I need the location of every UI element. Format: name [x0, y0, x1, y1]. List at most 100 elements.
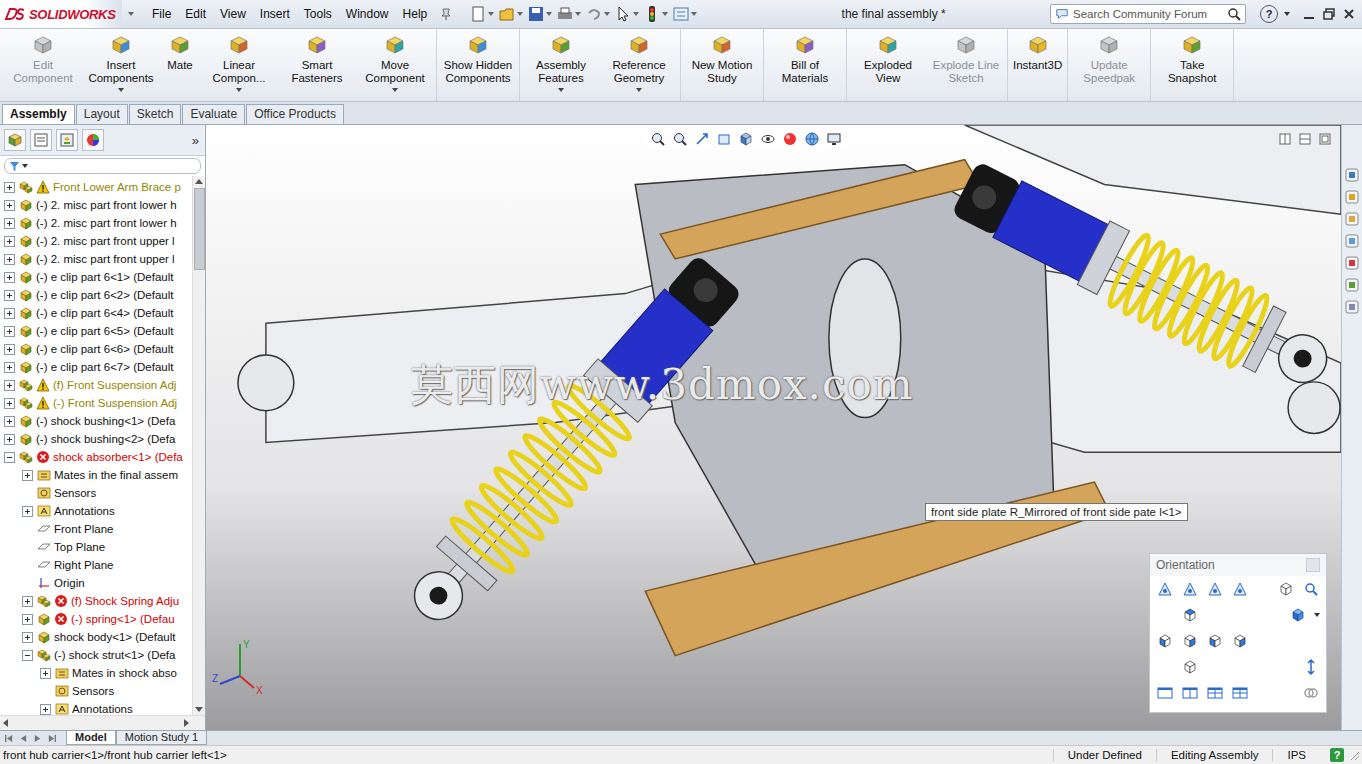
dropdown-caret-icon[interactable] — [118, 88, 124, 92]
rebuild-icon[interactable] — [643, 5, 668, 23]
tree-item[interactable]: Mates in the final assem — [0, 466, 192, 484]
split-view-icon[interactable] — [1279, 133, 1291, 145]
resize-grip-icon[interactable] — [1348, 749, 1360, 761]
expander-icon[interactable] — [4, 434, 15, 445]
tree-item[interactable]: (-) 2. misc part front upper l — [0, 250, 192, 268]
command-button[interactable]: Bill of Materials — [766, 29, 844, 87]
dropdown-caret-icon[interactable] — [236, 88, 242, 92]
tree-item[interactable]: (f) Front Suspension Adj — [0, 376, 192, 394]
eye-icon[interactable] — [760, 131, 776, 147]
globe-icon[interactable] — [804, 131, 820, 147]
menu-item[interactable]: Edit — [179, 5, 212, 23]
command-button[interactable]: Move Component — [356, 29, 434, 94]
new-view-icon[interactable] — [1277, 580, 1295, 598]
tree-item[interactable]: (-) e clip part 6<5> (Default — [0, 322, 192, 340]
bottom-tab[interactable]: Model — [66, 731, 116, 745]
select-icon[interactable] — [614, 5, 639, 23]
expander-icon[interactable] — [40, 704, 51, 715]
task-pane-tab-icon[interactable] — [1344, 211, 1360, 227]
viewport-layout-icon[interactable] — [1181, 684, 1199, 702]
command-tab[interactable]: Office Products — [246, 104, 344, 124]
minimize-icon[interactable] — [1302, 7, 1316, 21]
command-button[interactable]: Reference Geometry — [600, 29, 678, 94]
tree-item[interactable]: (-) e clip part 6<1> (Default — [0, 268, 192, 286]
tree-item[interactable]: (-) shock bushing<1> (Defa — [0, 412, 192, 430]
task-pane-tab-icon[interactable] — [1344, 233, 1360, 249]
tab-nav-icon[interactable] — [46, 734, 57, 743]
shock-absorber[interactable] — [393, 248, 751, 640]
tree-item[interactable]: (f) Shock Spring Adju — [0, 592, 192, 610]
command-button[interactable]: Exploded View — [849, 29, 927, 87]
tree-item[interactable]: (-) 2. misc part front lower h — [0, 196, 192, 214]
sphere-icon[interactable] — [782, 131, 798, 147]
restore-icon[interactable] — [1322, 7, 1336, 21]
tree-item[interactable]: Annotations — [0, 700, 192, 715]
task-pane-tab-icon[interactable] — [1344, 277, 1360, 293]
command-button[interactable]: Insert Components — [82, 29, 160, 94]
expander-icon[interactable] — [4, 308, 15, 319]
expander-icon[interactable] — [4, 326, 15, 337]
options-icon[interactable] — [672, 5, 697, 23]
status-item[interactable]: Under Defined — [1053, 749, 1156, 761]
expander-icon[interactable] — [22, 506, 33, 517]
command-button[interactable]: Take Snapshot — [1153, 29, 1231, 87]
tree-item[interactable]: (-) e clip part 6<7> (Default — [0, 358, 192, 376]
print-icon[interactable] — [556, 5, 581, 23]
tree-item[interactable]: shock absorber<1> (Defa — [0, 448, 192, 466]
arrow-icon[interactable] — [694, 131, 710, 147]
zoom-icon[interactable] — [672, 131, 688, 147]
expander-icon[interactable] — [4, 290, 15, 301]
menu-item[interactable]: Help — [397, 5, 434, 23]
new-icon[interactable] — [469, 5, 494, 23]
viewport-layout-icon[interactable] — [1156, 684, 1174, 702]
standard-view-icon[interactable] — [1231, 632, 1249, 650]
expander-icon[interactable] — [4, 344, 15, 355]
expander-icon[interactable] — [4, 380, 15, 391]
vertical-scrollbar[interactable] — [192, 176, 205, 715]
logo[interactable]: SOLIDWORKS — [0, 0, 122, 28]
property-manager-icon[interactable] — [30, 129, 52, 151]
close-icon[interactable] — [1342, 7, 1356, 21]
status-item[interactable]: Editing Assembly — [1156, 749, 1273, 761]
tree-item[interactable]: (-) spring<1> (Defau — [0, 610, 192, 628]
zoom-icon[interactable] — [650, 131, 666, 147]
view-tool-icon[interactable] — [1231, 580, 1249, 598]
command-tab[interactable]: Sketch — [129, 104, 182, 124]
maximize-view-icon[interactable] — [1319, 133, 1331, 145]
view-tool-icon[interactable] — [1181, 580, 1199, 598]
expander-icon[interactable] — [40, 668, 51, 679]
command-button[interactable]: Show Hidden Components — [439, 29, 517, 87]
menu-item[interactable]: Window — [340, 5, 395, 23]
search-box[interactable]: Search Community Forum — [1050, 4, 1246, 24]
command-button[interactable]: Mate — [160, 29, 200, 74]
tab-nav-icon[interactable] — [32, 734, 43, 743]
menu-item[interactable]: View — [214, 5, 252, 23]
expander-icon[interactable] — [22, 632, 33, 643]
task-pane-tab-icon[interactable] — [1344, 189, 1360, 205]
top-view-icon[interactable] — [1181, 606, 1199, 624]
dropdown-caret-icon[interactable] — [636, 88, 642, 92]
menu-item[interactable]: Tools — [298, 5, 338, 23]
tree-item[interactable]: (-) 2. misc part front upper l — [0, 232, 192, 250]
command-button[interactable]: Instant3D — [1010, 29, 1065, 74]
command-button[interactable]: Edit Component — [4, 29, 82, 87]
expander-icon[interactable] — [4, 182, 15, 193]
box-icon[interactable] — [716, 131, 732, 147]
dropdown-caret-icon[interactable] — [558, 88, 564, 92]
isometric-view-icon[interactable] — [1289, 606, 1307, 624]
save-icon[interactable] — [527, 5, 552, 23]
graphics-area[interactable]: 莫西网www.3dmox.comfront side plate R_Mirro… — [206, 125, 1341, 730]
command-tab[interactable]: Evaluate — [182, 104, 245, 124]
viewport-layout-icon[interactable] — [1206, 684, 1224, 702]
command-button[interactable]: Linear Compon... — [200, 29, 278, 94]
expander-icon[interactable] — [4, 254, 15, 265]
standard-view-icon[interactable] — [1206, 632, 1224, 650]
command-button[interactable]: Explode Line Sketch — [927, 29, 1005, 87]
tree-item[interactable]: shock body<1> (Default — [0, 628, 192, 646]
tree-item[interactable]: Origin — [0, 574, 192, 592]
screen-icon[interactable] — [826, 131, 842, 147]
pin-icon[interactable] — [439, 7, 453, 21]
open-icon[interactable] — [498, 5, 523, 23]
tree-item[interactable]: Sensors — [0, 484, 192, 502]
scroll-thumb[interactable] — [194, 188, 205, 270]
